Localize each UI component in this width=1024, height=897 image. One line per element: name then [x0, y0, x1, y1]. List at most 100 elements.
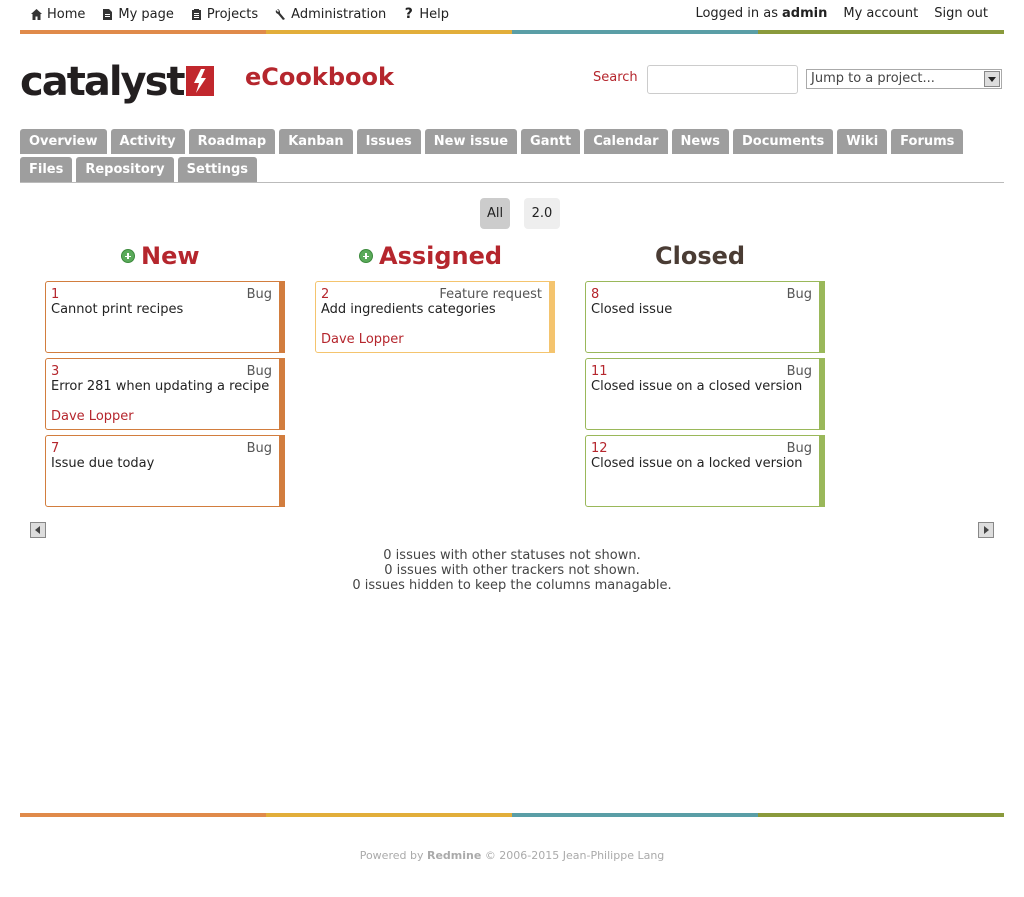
issue-subject: Issue due today	[51, 456, 155, 471]
home-icon	[31, 8, 42, 20]
status-color-bar	[819, 281, 825, 353]
tab-issues[interactable]: Issues	[356, 129, 421, 154]
column-title-assigned: Assigned	[379, 242, 503, 270]
add-issue-icon[interactable]	[359, 249, 373, 263]
logged-in-as: Logged in as admin	[695, 6, 827, 21]
version-all-button[interactable]: All	[480, 198, 510, 229]
sign-out-link[interactable]: Sign out	[934, 6, 988, 21]
issue-subject: Add ingredients categories	[321, 302, 496, 317]
help-icon: ?	[404, 6, 413, 22]
tab-calendar[interactable]: Calendar	[584, 129, 668, 154]
issue-card[interactable]: 7 Bug Issue due today	[45, 435, 285, 507]
home-link[interactable]: Home	[30, 6, 85, 22]
help-label: Help	[419, 6, 449, 22]
kanban-notes: 0 issues with other statuses not shown. …	[0, 548, 1024, 593]
tab-settings[interactable]: Settings	[177, 157, 258, 182]
issue-card[interactable]: 3 Bug Error 281 when updating a recipe D…	[45, 358, 285, 430]
tab-forums[interactable]: Forums	[891, 129, 964, 154]
wrench-icon	[275, 8, 286, 20]
column-header-assigned: Assigned	[359, 240, 502, 272]
tab-documents[interactable]: Documents	[732, 129, 834, 154]
issue-number[interactable]: 2	[321, 287, 329, 302]
status-color-bar	[819, 358, 825, 430]
status-color-bar	[279, 358, 285, 430]
tab-roadmap[interactable]: Roadmap	[188, 129, 276, 154]
issue-tracker: Bug	[786, 287, 812, 302]
note-statuses: 0 issues with other statuses not shown.	[383, 548, 641, 563]
issue-number[interactable]: 8	[591, 287, 599, 302]
column-header-closed: Closed	[655, 240, 745, 272]
status-color-bar	[279, 281, 285, 353]
tab-news[interactable]: News	[671, 129, 729, 154]
issue-tracker: Bug	[246, 364, 272, 379]
search-input[interactable]	[647, 65, 798, 94]
search-label: Search	[593, 70, 638, 85]
note-trackers: 0 issues with other trackers not shown.	[384, 563, 640, 578]
issue-number[interactable]: 11	[591, 364, 608, 379]
administration-link[interactable]: Administration	[274, 6, 386, 22]
my-page-link[interactable]: My page	[101, 6, 174, 22]
logo-text: catalyst	[20, 59, 186, 105]
clipboard-icon	[191, 8, 201, 20]
issue-tracker: Bug	[246, 441, 272, 456]
issue-number[interactable]: 7	[51, 441, 59, 456]
tab-activity[interactable]: Activity	[110, 129, 185, 154]
status-color-bar	[279, 435, 285, 507]
tab-overview[interactable]: Overview	[20, 129, 107, 154]
tab-wiki[interactable]: Wiki	[837, 129, 888, 154]
my-account-link[interactable]: My account	[843, 6, 918, 21]
issue-assignee[interactable]: Dave Lopper	[51, 409, 134, 424]
project-title: eCookbook	[245, 63, 394, 91]
jump-to-project-select[interactable]: Jump to a project...	[806, 69, 1002, 89]
issue-card[interactable]: 12 Bug Closed issue on a locked version	[585, 435, 825, 507]
status-color-bar	[819, 435, 825, 507]
footer-color-bar	[20, 813, 1004, 817]
column-title-new: New	[141, 242, 200, 270]
issue-tracker: Bug	[786, 441, 812, 456]
column-title-closed: Closed	[655, 242, 746, 270]
issue-tracker: Bug	[786, 364, 812, 379]
scroll-left-button[interactable]	[30, 522, 46, 538]
top-menu: Home My page Projects Administration ? H…	[20, 0, 1004, 34]
projects-link[interactable]: Projects	[190, 6, 258, 22]
footer-copyright: © 2006-2015 Jean-Philippe Lang	[484, 849, 665, 862]
issue-number[interactable]: 3	[51, 364, 59, 379]
status-color-bar	[549, 281, 555, 353]
my-page-label: My page	[118, 6, 174, 22]
issue-assignee[interactable]: Dave Lopper	[321, 332, 404, 347]
catalyst-logo[interactable]: catalyst	[20, 62, 214, 102]
issue-tracker: Feature request	[439, 287, 542, 302]
issue-card[interactable]: 1 Bug Cannot print recipes	[45, 281, 285, 353]
issue-subject: Cannot print recipes	[51, 302, 184, 317]
projects-label: Projects	[206, 6, 259, 22]
scroll-right-button[interactable]	[978, 522, 994, 538]
issue-subject: Closed issue on a closed version	[591, 379, 803, 394]
jump-select-value: Jump to a project...	[811, 71, 935, 86]
main-menu: Overview Activity Roadmap Kanban Issues …	[20, 129, 980, 182]
add-issue-icon[interactable]	[121, 249, 135, 263]
issue-number[interactable]: 12	[591, 441, 608, 456]
lightning-icon	[185, 66, 214, 96]
help-link[interactable]: ? Help	[402, 6, 449, 22]
header-color-bar	[20, 30, 1004, 34]
home-label: Home	[47, 6, 86, 22]
version-2-0-button[interactable]: 2.0	[524, 198, 560, 229]
footer: Powered by Redmine © 2006-2015 Jean-Phil…	[0, 849, 1024, 862]
issue-number[interactable]: 1	[51, 287, 59, 302]
tab-kanban[interactable]: Kanban	[279, 129, 353, 154]
redmine-link[interactable]: Redmine	[427, 849, 481, 862]
logged-in-prefix: Logged in as	[695, 6, 779, 21]
issue-card[interactable]: 11 Bug Closed issue on a closed version	[585, 358, 825, 430]
issue-card[interactable]: 8 Bug Closed issue	[585, 281, 825, 353]
tab-files[interactable]: Files	[20, 157, 73, 182]
issue-subject: Closed issue on a locked version	[591, 456, 803, 471]
logged-in-user[interactable]: admin	[782, 6, 827, 21]
issue-subject: Closed issue	[591, 302, 673, 317]
tab-gantt[interactable]: Gantt	[521, 129, 581, 154]
menu-divider	[20, 182, 1004, 183]
tab-repository[interactable]: Repository	[76, 157, 174, 182]
issue-card[interactable]: 2 Feature request Add ingredients catego…	[315, 281, 555, 353]
tab-new-issue[interactable]: New issue	[424, 129, 518, 154]
chevron-down-icon	[984, 71, 1000, 87]
administration-label: Administration	[291, 6, 387, 22]
